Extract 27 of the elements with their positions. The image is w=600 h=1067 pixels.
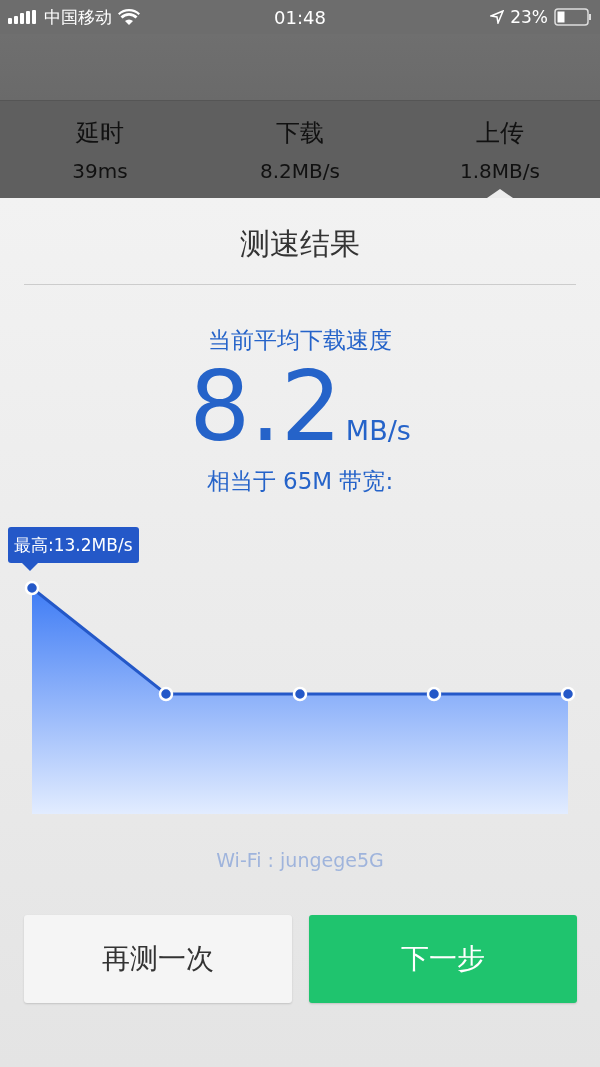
- stat-value: 8.2MB/s: [260, 158, 340, 183]
- wifi-icon: [118, 9, 140, 25]
- stat-value: 1.8MB/s: [460, 158, 540, 183]
- location-arrow-icon: [490, 10, 505, 24]
- chart-point: [158, 686, 174, 702]
- status-time: 01:48: [274, 6, 326, 28]
- chart-point: [426, 686, 442, 702]
- stat-label: 下载: [276, 117, 324, 149]
- chart-point: [24, 580, 40, 596]
- battery-icon: [554, 8, 592, 26]
- retest-button[interactable]: 再测一次: [23, 915, 292, 1003]
- speed-value: 8.2: [189, 362, 342, 452]
- average-speed-label: 当前平均下载速度: [208, 326, 392, 355]
- stat-label: 上传: [476, 117, 524, 149]
- chart-point: [560, 686, 576, 702]
- result-title: 测速结果: [240, 225, 360, 262]
- chart-point: [292, 686, 308, 702]
- signal-icon: [8, 10, 38, 24]
- tooltip-pointer-icon: [22, 563, 38, 571]
- stat-label: 延时: [76, 117, 124, 149]
- stat-value: 39ms: [72, 158, 128, 183]
- bandwidth-label: 相当于 65M 带宽:: [206, 467, 394, 496]
- battery-percent: 23%: [510, 7, 548, 27]
- carrier-name: 中国移动: [44, 5, 112, 29]
- speed-unit: MB/s: [345, 415, 411, 446]
- max-speed-tooltip: 最高:13.2MB/s: [8, 527, 139, 563]
- network-name: Wi-Fi : jungege5G: [216, 849, 384, 871]
